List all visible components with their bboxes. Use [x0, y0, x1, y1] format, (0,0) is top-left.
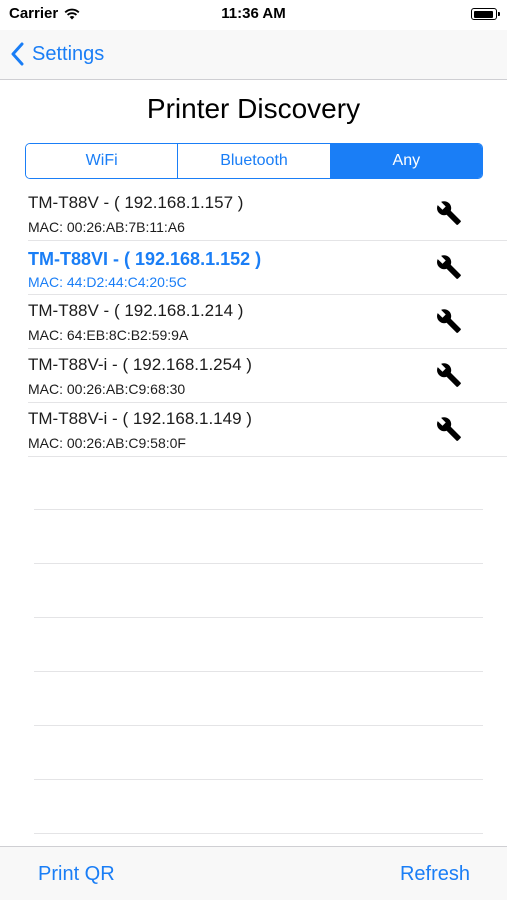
printer-mac: MAC: 64:EB:8C:B2:59:9A — [28, 327, 189, 343]
wrench-icon[interactable] — [436, 362, 462, 388]
printer-name: TM-T88V-i - ( 192.168.1.254 ) — [28, 355, 252, 374]
wrench-icon[interactable] — [436, 308, 462, 334]
segment-wifi[interactable]: WiFi — [26, 144, 179, 178]
table-separator — [34, 510, 483, 564]
segment-bluetooth[interactable]: Bluetooth — [178, 144, 331, 178]
printer-row[interactable]: TM-T88V-i - ( 192.168.1.149 ) MAC: 00:26… — [28, 403, 507, 457]
printer-name: TM-T88V-i - ( 192.168.1.149 ) — [28, 409, 252, 428]
wrench-icon[interactable] — [436, 416, 462, 442]
table-separator — [34, 780, 483, 834]
printer-mac: MAC: 00:26:AB:C9:68:30 — [28, 381, 186, 397]
printer-mac: MAC: 44:D2:44:C4:20:5C — [28, 274, 187, 290]
table-separator — [34, 564, 483, 618]
wrench-icon[interactable] — [436, 254, 462, 280]
table-separator — [34, 726, 483, 780]
printer-row-selected[interactable]: TM-T88VI - ( 192.168.1.152 ) MAC: 44:D2:… — [28, 241, 507, 295]
back-button[interactable]: Settings — [10, 37, 104, 71]
printer-mac: MAC: 00:26:AB:7B:11:A6 — [28, 219, 185, 235]
page-title: Printer Discovery — [146, 93, 361, 124]
printer-row[interactable]: TM-T88V - ( 192.168.1.214 ) MAC: 64:EB:8… — [28, 295, 507, 349]
printer-name: TM-T88VI - ( 192.168.1.152 ) — [28, 249, 262, 269]
chevron-left-icon — [11, 42, 24, 66]
table-separator — [34, 456, 483, 510]
clock: 11:36 AM — [221, 5, 286, 22]
navigation-bar: Settings — [0, 30, 507, 80]
status-bar: Carrier 11:36 AM — [0, 0, 507, 30]
connection-type-segmented-control: WiFi Bluetooth Any — [25, 143, 483, 179]
printer-name: TM-T88V - ( 192.168.1.157 ) — [28, 193, 244, 212]
print-qr-button[interactable]: Print QR — [38, 863, 115, 886]
empty-table-rows — [34, 456, 483, 834]
segment-any[interactable]: Any — [330, 144, 482, 178]
refresh-button[interactable]: Refresh — [400, 863, 470, 886]
printer-mac: MAC: 00:26:AB:C9:58:0F — [28, 435, 186, 451]
printer-row[interactable]: TM-T88V - ( 192.168.1.157 ) MAC: 00:26:A… — [28, 187, 507, 241]
back-label: Settings — [32, 42, 105, 65]
wrench-icon[interactable] — [436, 200, 462, 226]
table-separator — [34, 618, 483, 672]
battery-icon — [471, 8, 500, 20]
bottom-toolbar: Print QR Refresh — [0, 846, 507, 900]
printer-row[interactable]: TM-T88V-i - ( 192.168.1.254 ) MAC: 00:26… — [28, 349, 507, 403]
printer-name: TM-T88V - ( 192.168.1.214 ) — [28, 301, 244, 320]
table-separator — [34, 672, 483, 726]
printer-list: TM-T88V - ( 192.168.1.157 ) MAC: 00:26:A… — [0, 187, 507, 457]
